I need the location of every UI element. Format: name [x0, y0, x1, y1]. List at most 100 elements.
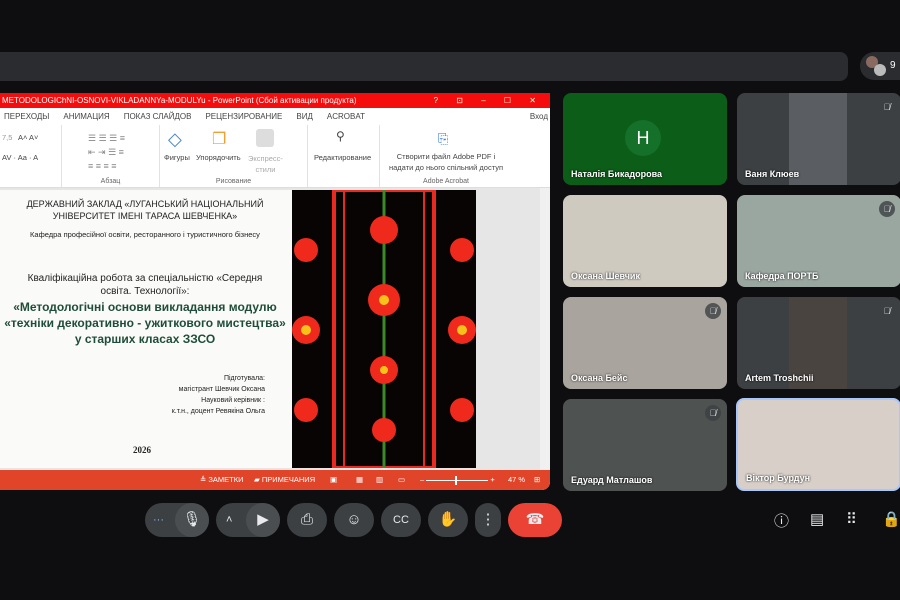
ornament-image: [292, 190, 476, 468]
font-group: 7,5 A˄ A˅ AV · Aa · A: [0, 125, 62, 187]
arrange-button[interactable]: Упорядочить: [196, 153, 241, 162]
activities-icon[interactable]: ⠿: [846, 510, 857, 528]
supervisor-label: Науковий керівник :: [201, 397, 265, 404]
authors: Підготувала: магістрант Шевчик Оксана На…: [120, 373, 265, 417]
normal-view-icon[interactable]: ▣: [330, 470, 337, 490]
avatar: H: [625, 120, 661, 156]
shared-screen-powerpoint: METODOLOGIChNI-OSNOVI-VIKLADANNYa-MODULY…: [0, 93, 550, 490]
ribbon-tabs: ПЕРЕХОДЫ АНИМАЦИЯ ПОКАЗ СЛАЙДОВ РЕЦЕНЗИР…: [0, 108, 550, 125]
shapes-button[interactable]: Фигуры: [164, 153, 190, 162]
participants-button[interactable]: 9: [860, 52, 900, 80]
window-controls[interactable]: ? ⊡ – ☐ ✕: [434, 93, 544, 108]
zoom-level: 47 %: [508, 475, 526, 484]
chat-icon[interactable]: ▤: [810, 510, 824, 528]
participant-tile: 🎙̸ Кафедра ПОРТБ: [737, 195, 900, 287]
camera-group: ˄ ▶: [216, 503, 280, 537]
participant-name: Кафедра ПОРТБ: [745, 271, 819, 281]
meeting-info-icon[interactable]: ⓘ: [774, 510, 789, 531]
participant-tile: 🎙̸ Artem Troshchii: [737, 297, 900, 389]
video-options-button[interactable]: ˄: [226, 503, 232, 537]
tab-view[interactable]: ВИД: [296, 108, 313, 125]
binoculars-icon: ⚲: [336, 129, 345, 143]
tab-transitions[interactable]: ПЕРЕХОДЫ: [4, 108, 49, 125]
topic: «Методологічні основи викладання модулю …: [4, 300, 286, 346]
student: магістрант Шевчик Оксана: [178, 386, 265, 393]
tab-acrobat[interactable]: ACROBAT: [327, 108, 365, 125]
reading-view-icon[interactable]: ▥: [376, 470, 383, 490]
participant-tile-active: Віктор Бурдун: [736, 398, 900, 491]
zoom-slider[interactable]: – +: [420, 470, 495, 490]
audio-options-button[interactable]: ···: [153, 503, 164, 537]
tab-slideshow[interactable]: ПОКАЗ СЛАЙДОВ: [124, 108, 192, 125]
paragraph-icons[interactable]: ☰ ☰ ☰ ≡ ⇤ ⇥ ☰ ≡ ≡ ≡ ≡ ≡: [88, 131, 125, 173]
font-size-icons[interactable]: A˄ A˅: [18, 133, 38, 142]
status-bar: ≜ ЗАМЕТКИ ▰ ПРИМЕЧАНИЯ ▣ ▦ ▥ ▭ – + 47 % …: [0, 470, 550, 490]
participant-name: Віктор Бурдун: [746, 473, 811, 483]
work-type: Кваліфікаційна робота за спеціальністю «…: [27, 273, 263, 297]
signin-link[interactable]: Вход: [530, 108, 548, 125]
paragraph-label: Абзац: [100, 178, 121, 185]
paragraph-group: ☰ ☰ ☰ ≡ ⇤ ⇥ ☰ ≡ ≡ ≡ ≡ ≡ Абзац: [62, 125, 160, 187]
end-call-button[interactable]: ☎: [508, 503, 562, 537]
year: 2026: [133, 445, 151, 455]
present-screen-button[interactable]: ⎙: [287, 503, 327, 537]
host-controls-icon[interactable]: 🔒: [882, 510, 900, 528]
shapes-icon: ◇: [168, 129, 182, 149]
avatar: [874, 64, 886, 76]
mic-off-icon: 🎙̸: [705, 303, 721, 319]
mic-off-icon: 🎙̸: [879, 99, 895, 115]
quick-styles-button[interactable]: Экспресс- стили: [248, 153, 283, 175]
mic-off-icon: 🎙̸: [705, 405, 721, 421]
ppt-title-bar: METODOLOGIChNI-OSNOVI-VIKLADANNYa-MODULY…: [0, 93, 550, 108]
acrobat-group: ⎘ Створити файл Adobe PDF і надати до нь…: [380, 125, 512, 187]
top-bar: [0, 52, 848, 81]
participant-name: Наталія Бикадорова: [571, 169, 663, 179]
participant-tile: 🎙̸ Едуард Матлашов: [563, 399, 727, 491]
create-pdf-button[interactable]: Створити файл Adobe PDF і надати до ньог…: [384, 151, 508, 173]
quick-styles-icon: [256, 129, 274, 147]
notes-button[interactable]: ≜ ЗАМЕТКИ: [200, 470, 244, 490]
editing-button[interactable]: Редактирование: [314, 153, 371, 162]
font-size[interactable]: 7,5: [2, 133, 12, 142]
mic-off-icon: 🎙̸: [879, 303, 895, 319]
participant-tile: 🎙̸ Оксана Бейс: [563, 297, 727, 389]
mic-group: ··· 🎙: [145, 503, 209, 537]
raise-hand-button[interactable]: ✋: [428, 503, 468, 537]
department: Кафедра професійної освіти, ресторанного…: [30, 230, 260, 239]
participant-tile: 🎙̸ Ваня Клюев: [737, 93, 900, 185]
editing-group: ⚲ Редактирование: [308, 125, 380, 187]
arrange-icon: ❐: [212, 131, 227, 148]
institution: ДЕРЖАВНИЙ ЗАКЛАД «ЛУГАНСЬКИЙ НАЦІОНАЛЬНИ…: [26, 199, 264, 221]
fit-slide-icon[interactable]: ⊞: [534, 470, 540, 490]
slide-sorter-icon[interactable]: ▦: [356, 470, 363, 490]
acrobat-label: Adobe Acrobat: [423, 178, 469, 185]
vertical-scrollbar[interactable]: [540, 188, 550, 470]
participants-count: 9: [890, 60, 896, 71]
comments-button[interactable]: ▰ ПРИМЕЧАНИЯ: [254, 470, 315, 490]
font-format-icons[interactable]: AV · Aa · A: [2, 153, 38, 162]
tab-review[interactable]: РЕЦЕНЗИРОВАНИЕ: [205, 108, 282, 125]
participant-name: Оксана Шевчик: [571, 271, 640, 281]
participant-name: Оксана Бейс: [571, 373, 628, 383]
mic-off-icon: 🎙̸: [879, 201, 895, 217]
captions-button[interactable]: CC: [381, 503, 421, 537]
slideshow-icon[interactable]: ▭: [398, 470, 405, 490]
participant-name: Едуард Матлашов: [571, 475, 653, 485]
participant-name: Artem Troshchii: [745, 373, 814, 383]
slide-area: ДЕРЖАВНИЙ ЗАКЛАД «ЛУГАНСЬКИЙ НАЦІОНАЛЬНИ…: [0, 188, 550, 470]
tab-animation[interactable]: АНИМАЦИЯ: [63, 108, 109, 125]
participant-tile: Оксана Шевчик: [563, 195, 727, 287]
camera-button[interactable]: ▶: [246, 503, 280, 537]
ribbon: 7,5 A˄ A˅ AV · Aa · A ☰ ☰ ☰ ≡ ⇤ ⇥ ☰ ≡ ≡ ≡ …: [0, 125, 550, 188]
notes-label: ЗАМЕТКИ: [208, 475, 244, 484]
supervisor: к.т.н., доцент Ревякіна Ольга: [171, 408, 265, 415]
more-options-button[interactable]: ⋮: [475, 503, 501, 537]
comments-label: ПРИМЕЧАНИЯ: [261, 475, 316, 484]
slide: ДЕРЖАВНИЙ ЗАКЛАД «ЛУГАНСЬКИЙ НАЦІОНАЛЬНИ…: [0, 190, 476, 468]
ppt-title: METODOLOGIChNI-OSNOVI-VIKLADANNYa-MODULY…: [2, 96, 357, 105]
participant-name: Ваня Клюев: [745, 169, 800, 179]
mic-button[interactable]: 🎙: [175, 503, 209, 537]
pdf-share-icon: ⎘: [438, 131, 449, 146]
reactions-button[interactable]: ☺: [334, 503, 374, 537]
participant-tile: H Наталія Бикадорова: [563, 93, 727, 185]
